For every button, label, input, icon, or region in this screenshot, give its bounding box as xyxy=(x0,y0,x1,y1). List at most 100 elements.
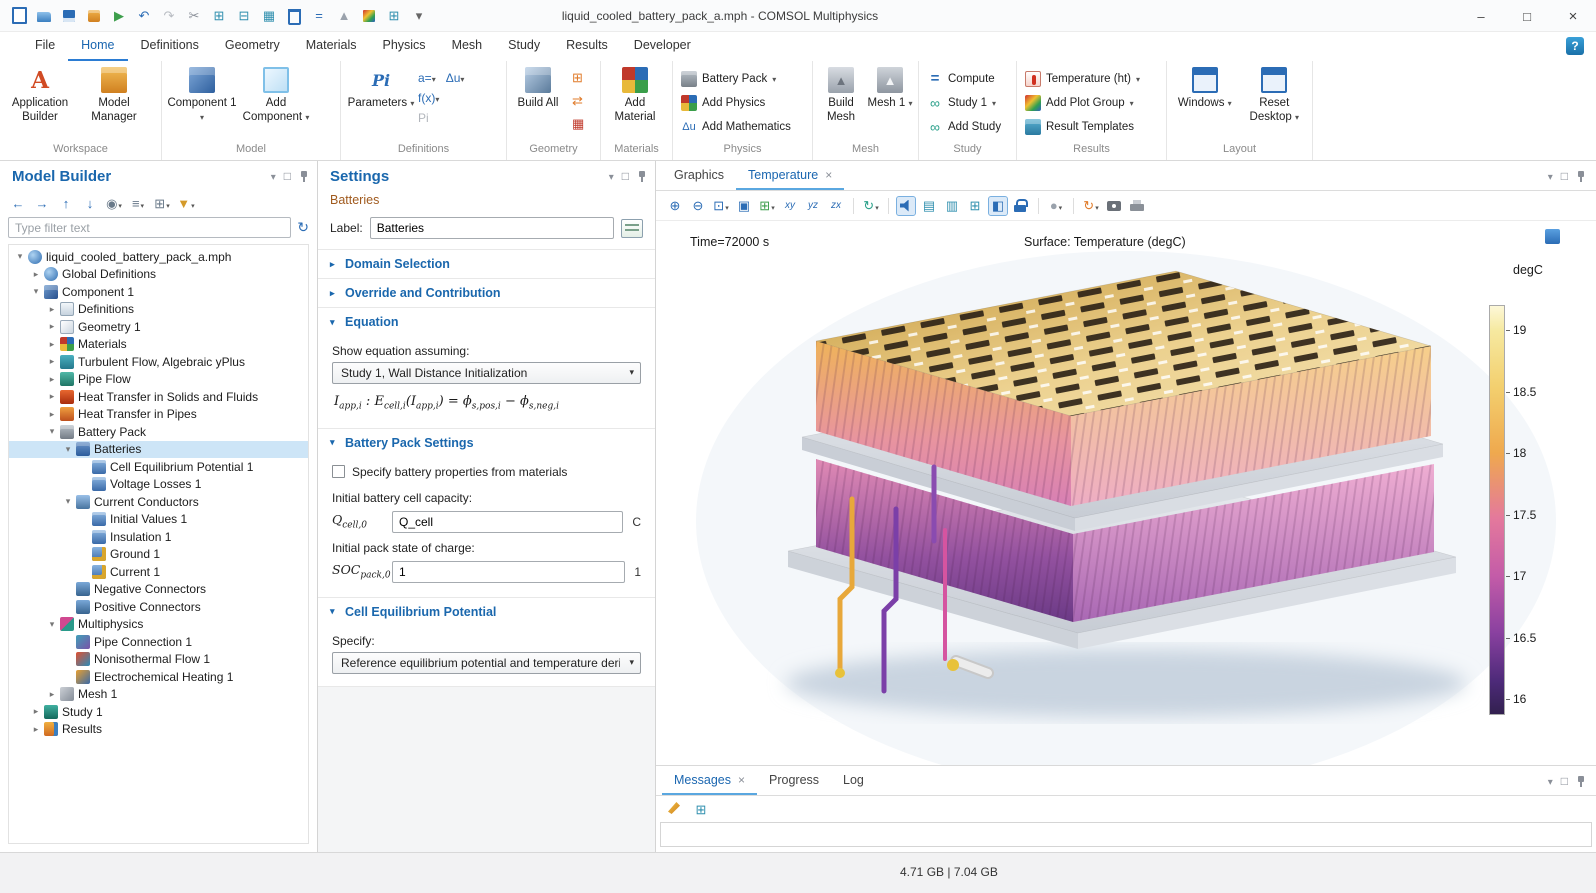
plot-info-icon[interactable] xyxy=(1545,229,1560,244)
tree-item[interactable]: ▾Current Conductors xyxy=(9,493,308,511)
go-to-view-icon[interactable]: ⊞ xyxy=(758,197,776,215)
expand-arrow-icon[interactable]: ▸ xyxy=(29,706,43,717)
graphics-canvas[interactable]: Time=72000 s Surface: Temperature (degC)… xyxy=(656,221,1596,765)
tree-item[interactable]: ▸Definitions xyxy=(9,301,308,319)
open-icon[interactable] xyxy=(35,7,53,25)
collapse-arrow-icon[interactable]: ▾ xyxy=(29,286,43,297)
battery-pack-3d-view[interactable] xyxy=(656,221,1596,765)
menu-item-file[interactable]: File xyxy=(22,32,68,61)
compute-icon[interactable]: = xyxy=(310,7,328,25)
parameters-button[interactable]: Parameters xyxy=(344,64,418,110)
soc-input[interactable] xyxy=(392,561,625,583)
expand-arrow-icon[interactable]: ▸ xyxy=(29,269,43,280)
expand-arrow-icon[interactable]: ▸ xyxy=(45,304,59,315)
panel-float-icon[interactable] xyxy=(1561,169,1568,183)
messages-tab-messages[interactable]: Messages× xyxy=(662,766,757,795)
panel-menu-icon[interactable] xyxy=(1548,774,1553,788)
panel-pin-icon[interactable] xyxy=(299,170,309,183)
menu-item-results[interactable]: Results xyxy=(553,32,621,61)
expand-arrow-icon[interactable]: ▸ xyxy=(45,374,59,385)
back-icon[interactable]: ← xyxy=(8,194,28,212)
menu-item-geometry[interactable]: Geometry xyxy=(212,32,293,61)
minimize-button[interactable]: – xyxy=(1458,0,1504,32)
close-tab-icon[interactable]: × xyxy=(738,773,745,787)
collapse-arrow-icon[interactable]: ▾ xyxy=(45,619,59,630)
remove-details-icon[interactable]: ▦ xyxy=(572,116,584,132)
view-zx-icon[interactable]: zx xyxy=(827,197,845,215)
temperature-plot-button[interactable]: Temperature (ht) xyxy=(1022,69,1143,88)
section-battery-pack-settings[interactable]: ▾ Battery Pack Settings xyxy=(318,428,655,457)
reset-desktop-button[interactable]: Reset Desktop xyxy=(1240,64,1310,125)
update-icon[interactable]: ↻ xyxy=(1082,197,1100,215)
expand-arrow-icon[interactable]: ▸ xyxy=(45,356,59,367)
build-mesh-icon[interactable]: ▲ xyxy=(335,7,353,25)
collapse-arrow-icon[interactable]: ▾ xyxy=(61,496,75,507)
tree-item[interactable]: Insulation 1 xyxy=(9,528,308,546)
compute-button[interactable]: Compute xyxy=(924,69,1004,88)
tree-item[interactable]: Initial Values 1 xyxy=(9,511,308,529)
tree-item[interactable]: ▸Materials xyxy=(9,336,308,354)
add-component-button[interactable]: Add Component xyxy=(239,64,313,125)
tree-item[interactable]: Ground 1 xyxy=(9,546,308,564)
tree-item[interactable]: Positive Connectors xyxy=(9,598,308,616)
add-mathematics-button[interactable]: Add Mathematics xyxy=(678,117,794,136)
close-button[interactable]: × xyxy=(1550,0,1596,32)
section-override-and-contribution[interactable]: ▸ Override and Contribution xyxy=(318,278,655,307)
panel-pin-icon[interactable] xyxy=(1576,775,1586,788)
copy-table-icon[interactable]: ⊞ xyxy=(210,7,228,25)
tree-item[interactable]: ▸Global Definitions xyxy=(9,266,308,284)
menu-item-physics[interactable]: Physics xyxy=(369,32,438,61)
import-geometry-icon[interactable]: ⊞ xyxy=(572,70,584,86)
equation-study-dropdown[interactable]: Study 1, Wall Distance Initialization xyxy=(332,362,641,384)
tree-item[interactable]: Current 1 xyxy=(9,563,308,581)
add-plot-group-button[interactable]: Add Plot Group xyxy=(1022,93,1143,112)
panel-pin-icon[interactable] xyxy=(1576,170,1586,183)
add-study-button[interactable]: Add Study xyxy=(924,117,1004,136)
battery-pack-button[interactable]: Battery Pack xyxy=(678,69,794,88)
copy-table-icon[interactable]: ⊞ xyxy=(692,800,710,818)
tree-item[interactable]: Negative Connectors xyxy=(9,581,308,599)
panel-menu-icon[interactable] xyxy=(271,169,276,183)
view-xy-icon[interactable]: xy xyxy=(781,197,799,215)
panel-float-icon[interactable] xyxy=(622,169,629,183)
messages-tab-log[interactable]: Log xyxy=(831,766,876,795)
expand-arrow-icon[interactable]: ▸ xyxy=(45,321,59,332)
maximize-button[interactable]: □ xyxy=(1504,0,1550,32)
table-icon[interactable]: ▦ xyxy=(260,7,278,25)
collapse-arrow-icon[interactable]: ▾ xyxy=(61,444,75,455)
tree-item[interactable]: Voltage Losses 1 xyxy=(9,476,308,494)
expand-arrow-icon[interactable]: ▸ xyxy=(29,724,43,735)
add-material-button[interactable]: Add Material xyxy=(604,64,666,125)
livelink-icon[interactable]: ⇄ xyxy=(572,93,584,109)
expand-arrow-icon[interactable]: ▸ xyxy=(45,689,59,700)
tree-item[interactable]: Electrochemical Heating 1 xyxy=(9,668,308,686)
label-input[interactable] xyxy=(370,217,614,239)
zoom-out-icon[interactable]: ⊖ xyxy=(689,197,707,215)
menu-item-mesh[interactable]: Mesh xyxy=(439,32,496,61)
show-icon[interactable]: ◉ xyxy=(104,194,124,212)
model-manager-button[interactable]: Model Manager xyxy=(77,64,151,125)
menu-item-developer[interactable]: Developer xyxy=(621,32,704,61)
label-options-icon[interactable] xyxy=(621,219,643,238)
forward-icon[interactable]: → xyxy=(32,194,52,212)
collapse-arrow-icon[interactable]: ▾ xyxy=(45,426,59,437)
tree-item[interactable]: Nonisothermal Flow 1 xyxy=(9,651,308,669)
parameter-case-button[interactable]: Pi xyxy=(418,111,429,125)
evaluate-icon[interactable]: ⊞ xyxy=(385,7,403,25)
node-order-icon[interactable]: ⊞ xyxy=(152,194,172,212)
customize-toolbar-icon[interactable]: ▾ xyxy=(410,7,428,25)
filter-icon[interactable]: ▼ xyxy=(176,194,196,212)
tree-item[interactable]: ▸Results xyxy=(9,721,308,739)
scene-light-icon[interactable]: ● xyxy=(1047,197,1065,215)
tree-item[interactable]: Cell Equilibrium Potential 1 xyxy=(9,458,308,476)
menu-item-study[interactable]: Study xyxy=(495,32,553,61)
specify-properties-checkbox[interactable] xyxy=(332,465,345,478)
plot-in-window-icon[interactable]: ⊞ xyxy=(966,197,984,215)
new-file-icon[interactable] xyxy=(10,7,28,25)
save-icon[interactable] xyxy=(60,7,78,25)
panel-float-icon[interactable] xyxy=(284,169,291,183)
zoom-box-icon[interactable]: ⊡ xyxy=(712,197,730,215)
tree-item[interactable]: ▸Study 1 xyxy=(9,703,308,721)
snapshot-icon[interactable] xyxy=(1105,197,1123,215)
undo-icon[interactable]: ↶ xyxy=(135,7,153,25)
